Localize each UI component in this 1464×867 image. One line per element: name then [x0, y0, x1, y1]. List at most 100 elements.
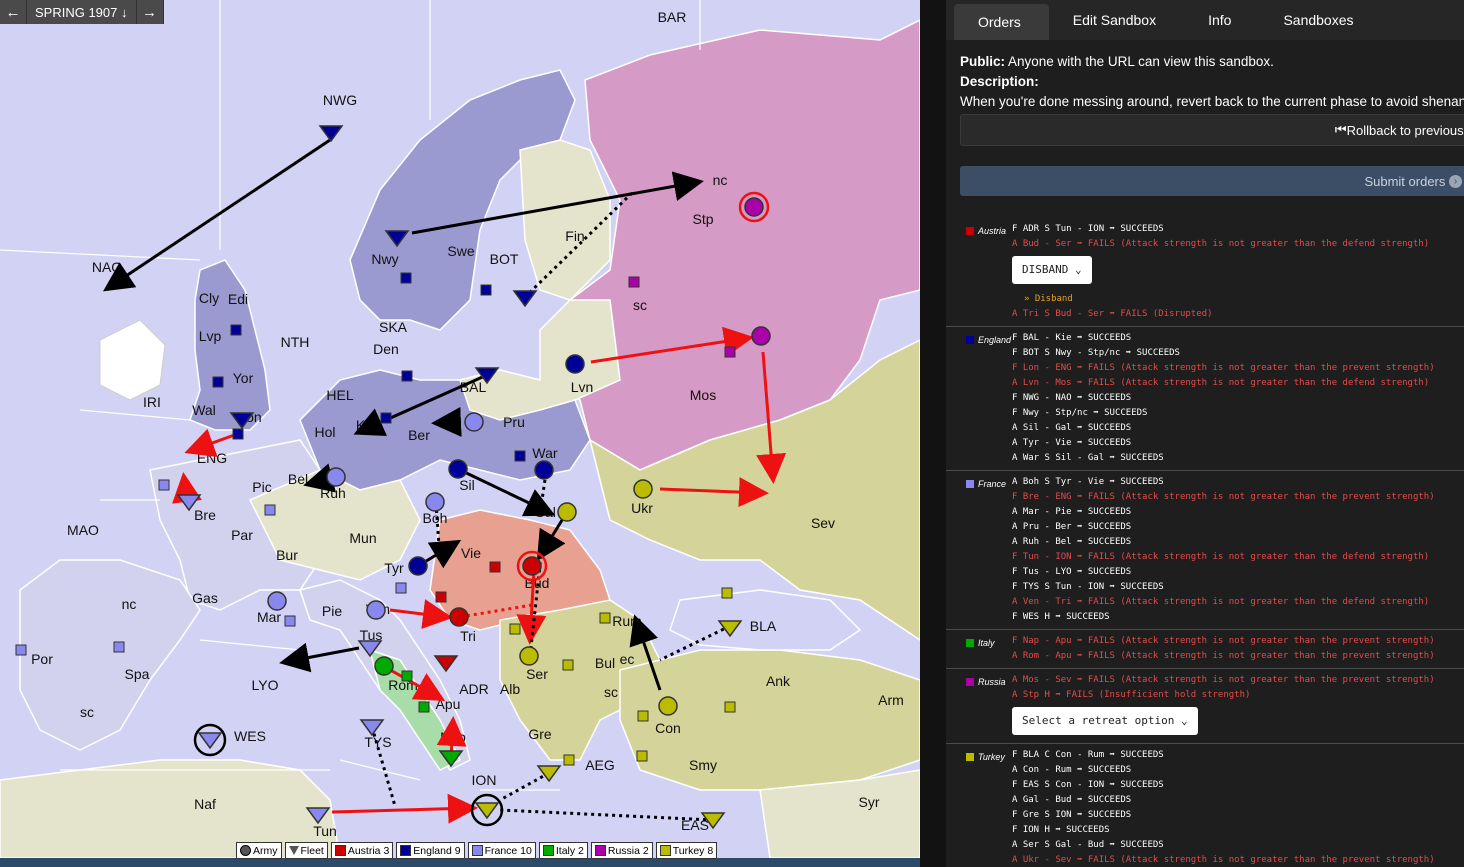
tab-info[interactable]: Info	[1184, 0, 1259, 40]
territory-label-den: Den	[373, 341, 399, 357]
unit-a-mos[interactable]	[751, 326, 771, 346]
territory-label-boh: Boh	[423, 510, 448, 526]
unit-a-war[interactable]	[534, 460, 554, 480]
territory-label-nc_spa: nc	[122, 596, 137, 612]
territory-label-aeg: AEG	[585, 757, 615, 773]
order-line: A Ven - Tri ➡ FAILS (Attack strength is …	[1012, 597, 1430, 607]
next-phase-button[interactable]: →	[136, 0, 164, 24]
nation-orders: A Mos - Sev ➡ FAILS (Attack strength is …	[1012, 673, 1435, 739]
color-swatch	[334, 845, 346, 856]
unit-a-pru[interactable]	[464, 412, 484, 432]
territory-label-nao: NAO	[92, 259, 122, 275]
territory-label-hol: Hol	[314, 424, 335, 440]
legend-france: France 10	[467, 842, 536, 859]
supply-center	[724, 701, 736, 713]
order-line: F Nap - Apu ➡ FAILS (Attack strength is …	[1012, 636, 1435, 646]
unit-a-boh[interactable]	[425, 492, 445, 512]
order-line: F Nwy - Stp/nc ➡ SUCCEEDS	[1012, 408, 1148, 418]
nation-block-england: England F BAL - Kie ➡ SUCCEEDS F BOT S Nwy…	[946, 327, 1464, 471]
submit-orders-button[interactable]: Submit orders ›	[960, 166, 1464, 196]
supply-center	[264, 504, 276, 516]
unit-a-ven[interactable]	[366, 600, 386, 620]
territory-label-naf: Naf	[194, 796, 216, 812]
order-line: F TYS S Tun - ION ➡ SUCCEEDS	[1012, 582, 1164, 592]
territory-label-ion: ION	[472, 772, 497, 788]
nation-color-swatch	[966, 639, 974, 647]
territory-label-sc_stp: sc	[633, 297, 647, 313]
legend-italy: Italy 2	[538, 842, 588, 859]
unit-a-ukr[interactable]	[633, 479, 653, 499]
territory-label-fin: Fin	[565, 228, 584, 244]
territory-label-mos: Mos	[690, 387, 716, 403]
map-legend: Army Fleet Austria 3 England 9 France 10…	[236, 842, 718, 859]
unit-a-gal[interactable]	[557, 502, 577, 522]
unit-a-ser[interactable]	[519, 646, 539, 666]
unit-a-rom[interactable]	[374, 656, 394, 676]
territory-label-nth: NTH	[281, 334, 310, 350]
rollback-button[interactable]: ⏮Rollback to previous se	[960, 114, 1464, 146]
territory-label-bar: BAR	[658, 9, 687, 25]
map-pane: BAR NWG NAO Stp nc sc Fin Nwy Swe BOT Cly Edi Lvp Yor…	[0, 0, 920, 867]
phase-name: SPRING 1907	[35, 4, 118, 20]
unit-a-tyr[interactable]	[408, 556, 428, 576]
supply-center	[721, 587, 733, 599]
nation-block-france: France A Boh S Tyr - Vie ➡ SUCCEEDS F Bre …	[946, 471, 1464, 630]
supply-center	[232, 428, 244, 440]
disband-select[interactable]: DISBAND ⌄	[1012, 256, 1092, 284]
order-line: A War S Sil - Gal ➡ SUCCEEDS	[1012, 453, 1164, 463]
fleet-icon	[288, 846, 299, 855]
legend-turkey: Turkey 8	[655, 842, 718, 859]
territory-label-sc_bul: sc	[604, 684, 618, 700]
diplomacy-map[interactable]: BAR NWG NAO Stp nc sc Fin Nwy Swe BOT Cly Edi Lvp Yor…	[0, 0, 920, 858]
supply-center	[724, 346, 736, 358]
territory-label-por: Por	[31, 651, 53, 667]
unit-a-sil[interactable]	[448, 459, 468, 479]
color-swatch	[471, 845, 483, 856]
order-line: F BOT S Nwy - Stp/nc ➡ SUCCEEDS	[1012, 348, 1180, 358]
unit-a-lvn[interactable]	[565, 354, 585, 374]
nation-block-russia: Russia A Mos - Sev ➡ FAILS (Attack streng…	[946, 669, 1464, 744]
legend-fleet: Fleet	[284, 842, 328, 859]
supply-center	[158, 479, 170, 491]
nation-block-turkey: Turkey F BLA C Con - Rum ➡ SUCCEEDS A Con …	[946, 744, 1464, 867]
order-line: A Mar - Pie ➡ SUCCEEDS	[1012, 507, 1132, 517]
unit-a-ruh[interactable]	[326, 467, 346, 487]
retreat-select[interactable]: Select a retreat option ⌄	[1012, 707, 1198, 735]
tab-sandboxes[interactable]: Sandboxes	[1259, 0, 1381, 40]
order-line: A Boh S Tyr - Vie ➡ SUCCEEDS	[1012, 477, 1164, 487]
legend-army: Army	[236, 842, 282, 859]
tab-orders[interactable]: Orders	[954, 4, 1049, 40]
territory-label-edi: Edi	[228, 291, 248, 307]
nation-orders: F BAL - Kie ➡ SUCCEEDS F BOT S Nwy - Stp/…	[1012, 331, 1435, 466]
territory-label-ruh: Ruh	[320, 485, 346, 501]
unit-a-mar[interactable]	[267, 591, 287, 611]
unit-a-con[interactable]	[658, 696, 678, 716]
territory-label-sev: Sev	[811, 515, 835, 531]
unit-a-tri[interactable]	[449, 607, 469, 627]
territory-label-ukr: Ukr	[631, 500, 653, 516]
order-line: F BAL - Kie ➡ SUCCEEDS	[1012, 333, 1132, 343]
territory-label-tun: Tun	[313, 823, 337, 839]
territory-label-ser: Ser	[526, 666, 548, 682]
nation-block-austria: Austria F ADR S Tun - ION ➡ SUCCEEDS A Bud…	[946, 218, 1464, 327]
color-swatch	[542, 845, 554, 856]
territory-label-nwy: Nwy	[371, 251, 398, 267]
territory-label-smy: Smy	[689, 757, 717, 773]
territory-label-vie: Vie	[461, 545, 481, 561]
territory-label-wes: WES	[234, 728, 266, 744]
order-line: A Stp H ➡ FAILS (Insufficient hold stren…	[1012, 690, 1251, 700]
pane-divider[interactable]	[920, 0, 946, 867]
nation-orders: F BLA C Con - Rum ➡ SUCCEEDS A Con - Rum …	[1012, 748, 1435, 867]
order-line: A Ukr - Sev ➡ FAILS (Attack strength is …	[1012, 855, 1435, 865]
phase-dropdown-icon: ↓	[121, 4, 128, 20]
territory-label-con: Con	[655, 720, 681, 736]
phase-label[interactable]: SPRING 1907 ↓	[27, 0, 137, 24]
territory-label-war: War	[532, 445, 557, 461]
territory-label-hel: HEL	[326, 387, 353, 403]
prev-phase-button[interactable]: ←	[0, 0, 27, 24]
tab-edit-sandbox[interactable]: Edit Sandbox	[1049, 0, 1184, 40]
territory-label-yor: Yor	[233, 370, 254, 386]
order-line: A Lvn - Mos ➡ FAILS (Attack strength is …	[1012, 378, 1430, 388]
order-line: A Tyr - Vie ➡ SUCCEEDS	[1012, 438, 1132, 448]
territory-label-bur: Bur	[276, 547, 298, 563]
